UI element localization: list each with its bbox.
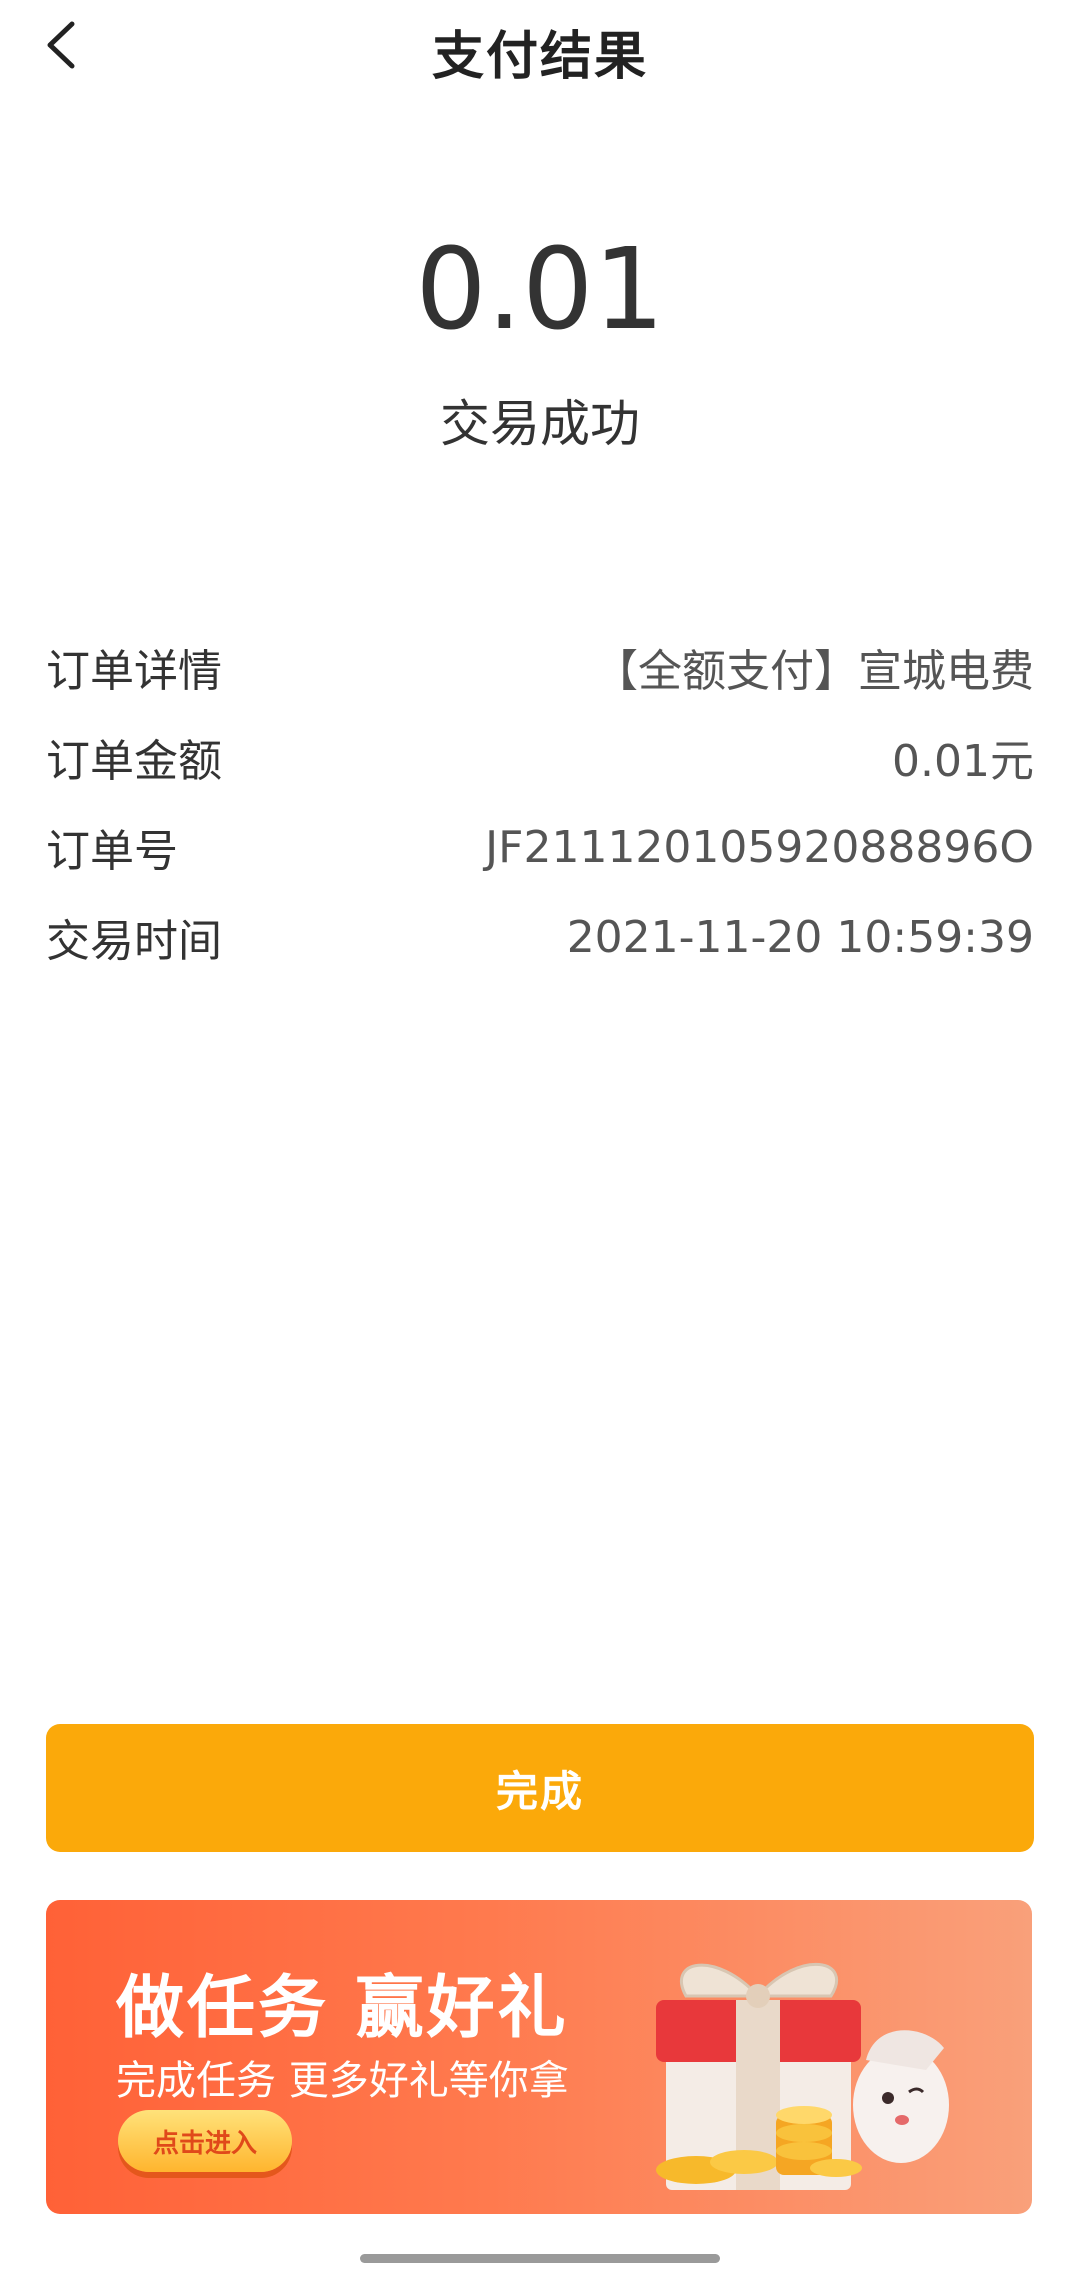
gift-box-illustration [656,1962,949,2190]
detail-row-transaction-time: 交易时间 2021-11-20 10:59:39 [46,892,1034,982]
order-details: 订单详情 【全额支付】宣城电费 订单金额 0.01元 订单号 JF2111201… [46,622,1034,982]
enter-button[interactable]: 点击进入 [118,2110,292,2172]
done-button[interactable]: 完成 [46,1724,1034,1852]
banner-title: 做任务 赢好礼 [116,1969,569,2048]
detail-value: 0.01元 [892,736,1034,787]
page-title: 支付结果 [431,27,648,87]
detail-value: 2021-11-20 10:59:39 [566,911,1034,963]
detail-value: 【全额支付】宣城电费 [594,646,1034,697]
detail-label: 交易时间 [46,916,222,967]
detail-label: 订单详情 [46,646,222,697]
top-bar: 支付结果 [0,0,1080,96]
detail-row-order-info: 订单详情 【全额支付】宣城电费 [46,622,1034,712]
task-promo-banner[interactable]: 做任务 赢好礼 完成任务 更多好礼等你拿 点击进入 [46,1900,1032,2214]
detail-value: JF21112010592088896O [485,821,1034,873]
payment-amount: 0.01 [415,225,665,355]
detail-row-order-amount: 订单金额 0.01元 [46,712,1034,802]
detail-label: 订单号 [46,826,178,877]
home-indicator[interactable] [360,2254,720,2263]
banner-subtitle: 完成任务 更多好礼等你拿 [116,2058,569,2104]
payment-status: 交易成功 [440,395,640,453]
detail-row-order-number: 订单号 JF21112010592088896O [46,802,1034,892]
detail-label: 订单金额 [46,736,222,787]
